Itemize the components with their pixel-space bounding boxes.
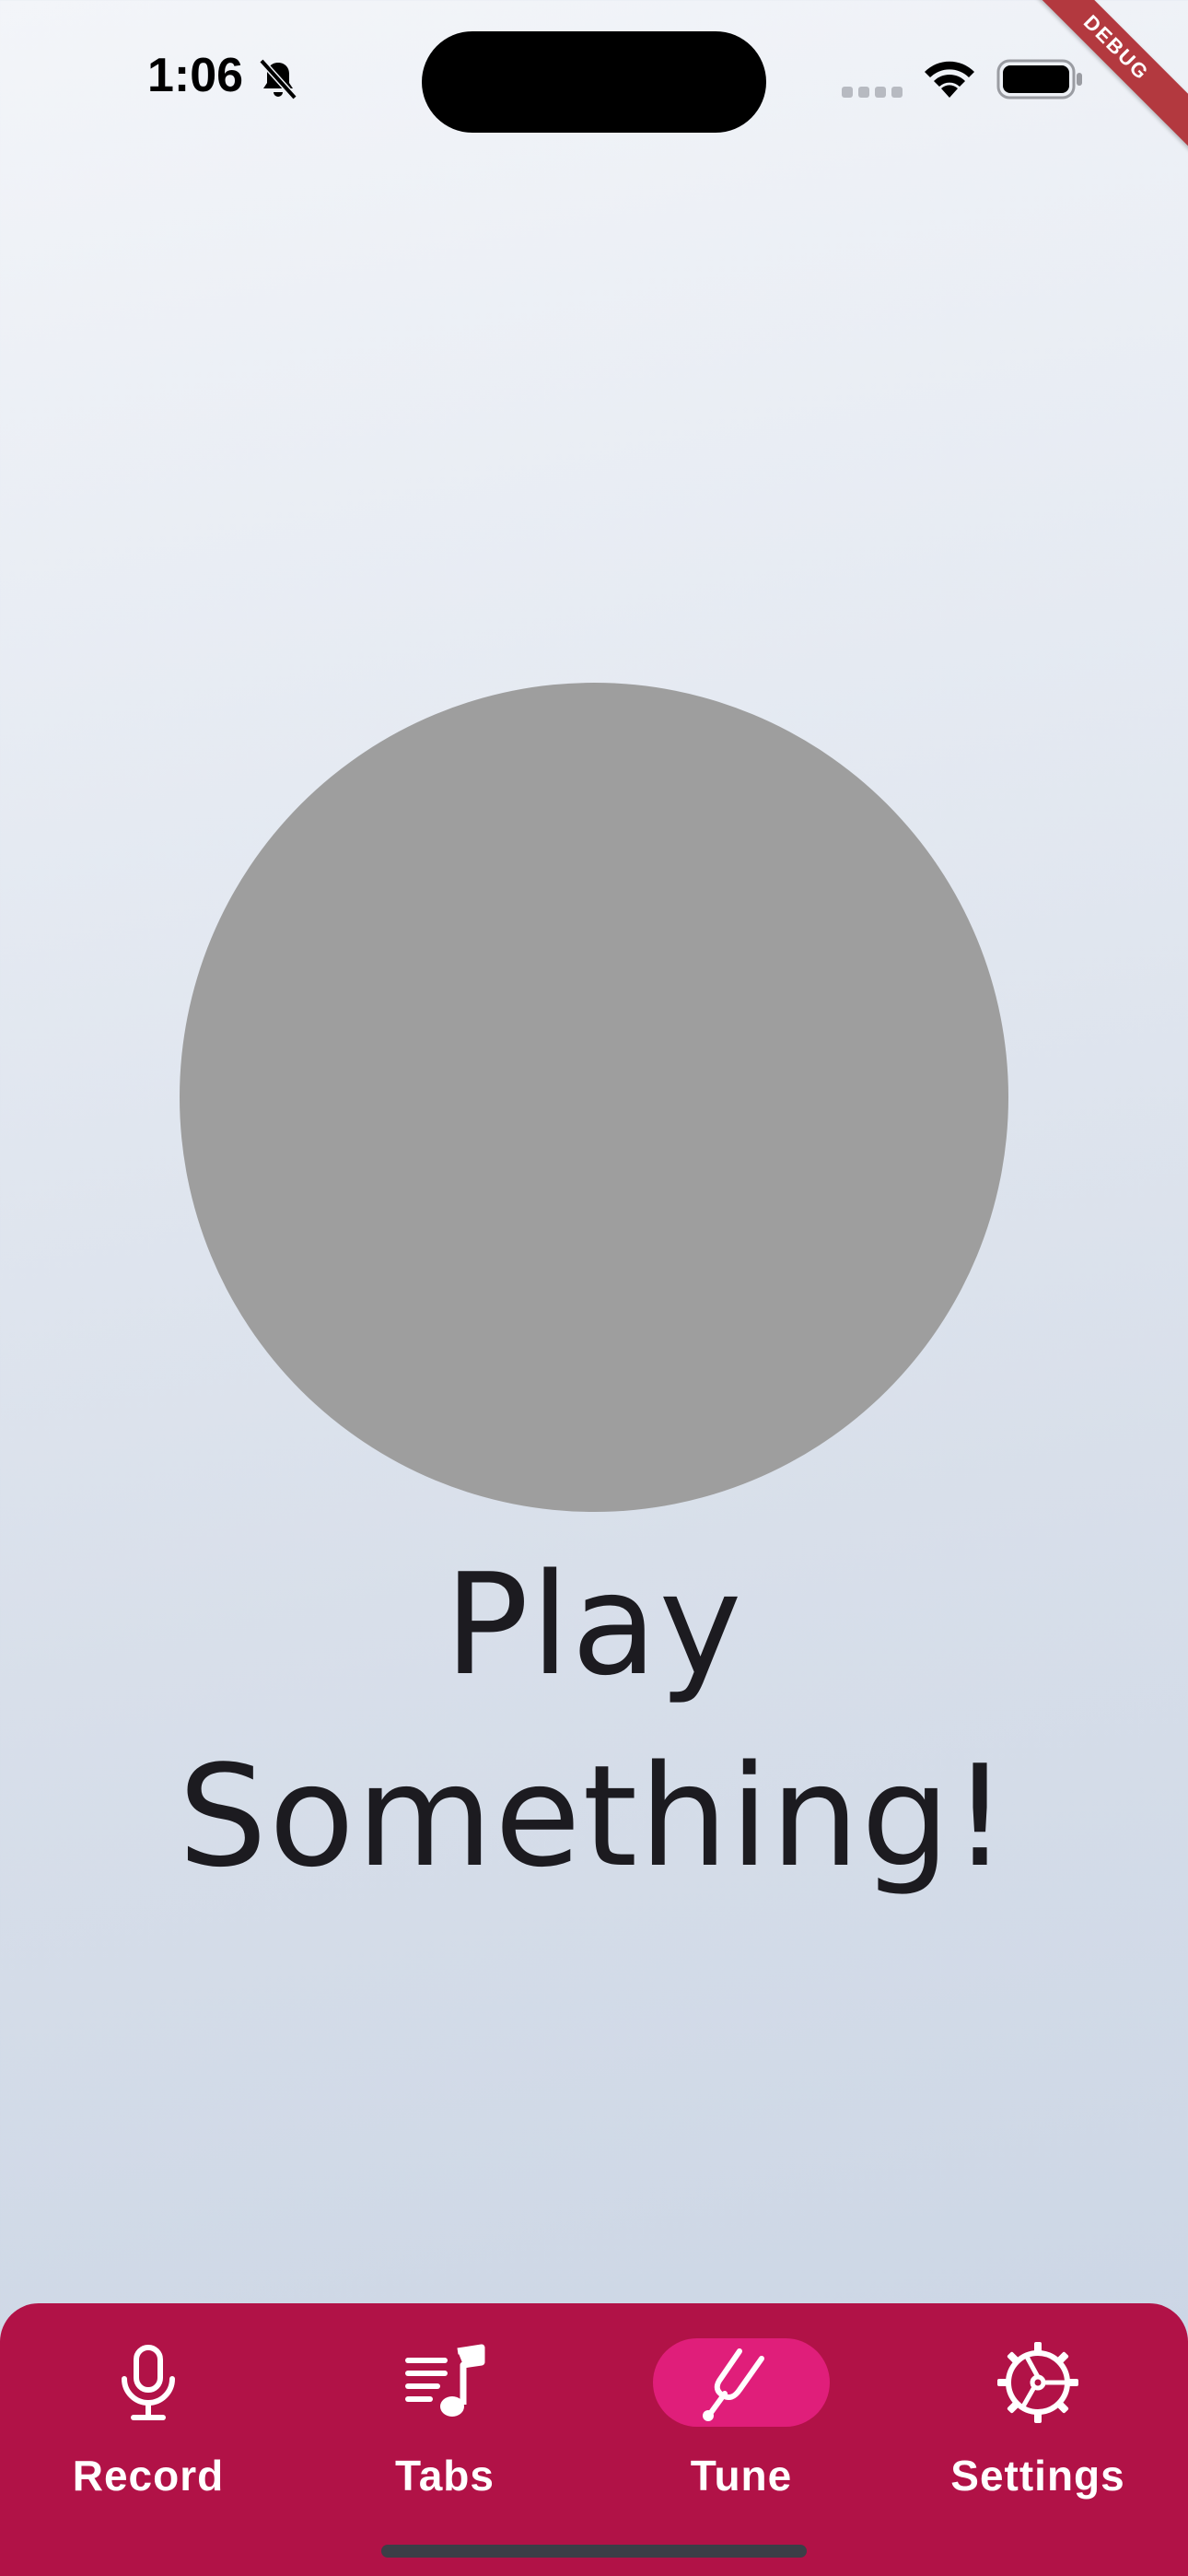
nav-icon-container	[949, 2338, 1126, 2427]
nav-label-settings: Settings	[950, 2452, 1125, 2500]
dynamic-island	[422, 31, 766, 133]
nav-active-indicator	[653, 2338, 830, 2427]
tuner-prompt-line2: Something!	[178, 1735, 1010, 1898]
microphone-icon	[122, 2345, 175, 2420]
battery-icon	[996, 59, 1082, 100]
nav-icon-container	[60, 2338, 237, 2427]
nav-item-record[interactable]: Record	[0, 2303, 297, 2515]
nav-item-settings[interactable]: Settings	[890, 2303, 1186, 2515]
nav-label-tune: Tune	[690, 2452, 793, 2500]
nav-label-record: Record	[72, 2452, 225, 2500]
tuner-prompt: Play Something!	[134, 1529, 1054, 1913]
music-list-icon	[405, 2344, 485, 2417]
wifi-icon	[925, 61, 974, 98]
bell-muted-icon	[259, 58, 297, 100]
tuner-prompt-line1: Play	[444, 1543, 744, 1706]
nav-item-tabs[interactable]: Tabs	[297, 2303, 593, 2515]
nav-item-tune[interactable]: Tune	[593, 2303, 890, 2515]
cellular-signal-icon	[842, 87, 903, 98]
gear-icon	[997, 2342, 1078, 2423]
bottom-navigation-bar: Record Tabs Tune Settings	[0, 2303, 1188, 2576]
tuner-indicator-circle	[180, 683, 1008, 1512]
home-indicator[interactable]	[381, 2545, 807, 2558]
tuning-fork-icon	[703, 2348, 764, 2421]
status-time: 1:06	[147, 49, 244, 102]
nav-icon-container	[356, 2338, 533, 2427]
nav-label-tabs: Tabs	[395, 2452, 495, 2500]
status-bar: 1:06	[0, 0, 1188, 162]
